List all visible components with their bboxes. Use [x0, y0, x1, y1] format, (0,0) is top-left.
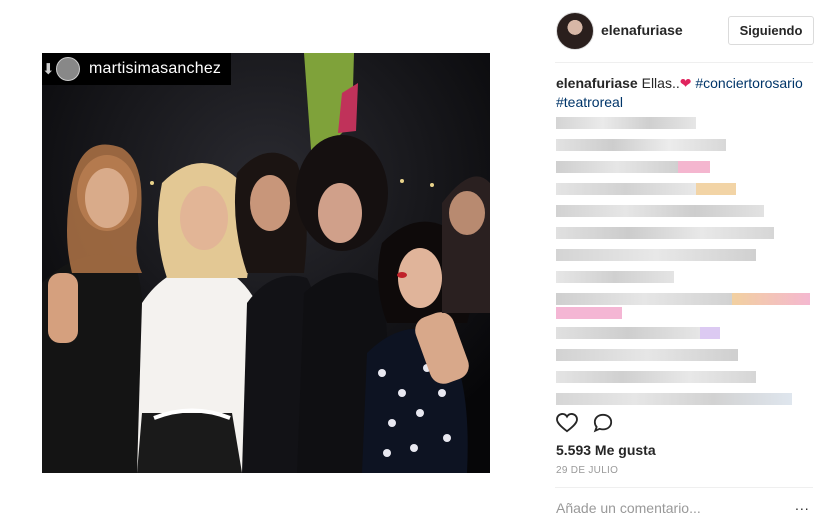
header-divider: [555, 62, 813, 63]
regram-username: martisimasanchez: [89, 60, 222, 77]
blurred-comment: [556, 227, 774, 239]
likes-count[interactable]: 5.593 Me gusta: [556, 442, 656, 458]
regram-arrow-icon: ⬇: [42, 61, 55, 78]
post-caption: elenafuriase Ellas..❤ #conciertorosario …: [556, 74, 818, 112]
hashtag-teatroreal[interactable]: #teatroreal: [556, 94, 623, 110]
more-options-icon[interactable]: ...: [795, 497, 810, 513]
caption-text: Ellas..: [641, 75, 680, 91]
post-photo[interactable]: ⬇ martisimasanchez: [42, 53, 490, 473]
blurred-comment: [556, 117, 696, 129]
heart-emoji: ❤: [679, 75, 692, 91]
blurred-comment: [556, 183, 736, 195]
header-username[interactable]: elenafuriase: [601, 22, 683, 38]
blurred-comment: [556, 161, 710, 173]
blurred-comment: [556, 393, 792, 405]
comment-divider: [555, 487, 813, 488]
regram-tag: ⬇ martisimasanchez: [42, 53, 232, 85]
hashtag-conciertorosario[interactable]: #conciertorosario: [695, 75, 802, 91]
group-photo-image: [42, 53, 490, 473]
blurred-comment: [556, 307, 622, 319]
post-date[interactable]: 29 DE JULIO: [556, 465, 618, 476]
blurred-comment: [556, 371, 756, 383]
follow-button[interactable]: Siguiendo: [728, 16, 814, 45]
caption-username[interactable]: elenafuriase: [556, 75, 638, 91]
heart-outline-icon[interactable]: [556, 413, 578, 433]
blurred-comment: [556, 271, 674, 283]
blurred-comment: [556, 293, 810, 305]
blurred-comment: [556, 205, 764, 217]
blurred-comment: [556, 327, 720, 339]
add-comment-input[interactable]: Añade un comentario...: [556, 500, 701, 516]
blurred-comment: [556, 139, 726, 151]
blurred-comment: [556, 349, 738, 361]
blurred-comment: [556, 249, 756, 261]
regram-avatar: [56, 57, 80, 81]
speech-bubble-icon[interactable]: [593, 413, 613, 433]
avatar[interactable]: [556, 12, 594, 50]
